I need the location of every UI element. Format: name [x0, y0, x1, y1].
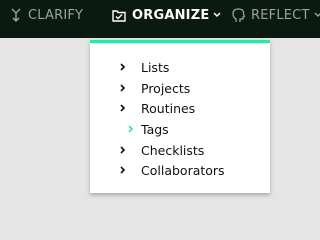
nav-clarify-label: CLARIFY	[28, 7, 84, 23]
chevron-right-icon	[119, 164, 127, 176]
chevron-down-icon	[314, 12, 320, 18]
nav-reflect-label: REFLECT	[251, 7, 310, 23]
menu-item-checklists[interactable]: Checklists	[90, 140, 270, 160]
nav-organize[interactable]: ORGANIZE	[112, 0, 221, 30]
top-nav-bar: CLARIFY ORGANIZE REFLECT	[0, 0, 320, 38]
menu-item-lists[interactable]: Lists	[90, 57, 270, 77]
menu-item-label: Projects	[141, 80, 191, 96]
chevron-down-icon	[213, 12, 221, 18]
nav-reflect[interactable]: REFLECT	[232, 0, 320, 30]
menu-item-label: Checklists	[141, 142, 205, 158]
chevron-right-icon	[119, 61, 127, 73]
chevron-right-icon	[119, 82, 127, 94]
menu-item-collaborators[interactable]: Collaborators	[90, 160, 270, 180]
menu-item-label: Collaborators	[141, 162, 225, 178]
chevron-right-icon	[119, 144, 127, 156]
chevron-right-icon	[127, 123, 135, 135]
organize-dropdown-menu: Lists Projects Routines Tags Checklists …	[90, 40, 270, 193]
menu-item-label: Routines	[141, 100, 196, 116]
menu-item-tags[interactable]: Tags	[90, 119, 270, 139]
menu-item-label: Lists	[141, 59, 170, 75]
nav-clarify[interactable]: CLARIFY	[10, 0, 83, 30]
head-icon	[232, 7, 245, 23]
chevron-right-icon	[119, 102, 127, 114]
checked-folder-icon	[112, 9, 126, 22]
nav-organize-label: ORGANIZE	[132, 7, 210, 23]
fork-arrow-icon	[10, 8, 22, 22]
menu-item-routines[interactable]: Routines	[90, 98, 270, 118]
menu-item-label: Tags	[141, 121, 169, 137]
menu-item-projects[interactable]: Projects	[90, 78, 270, 98]
